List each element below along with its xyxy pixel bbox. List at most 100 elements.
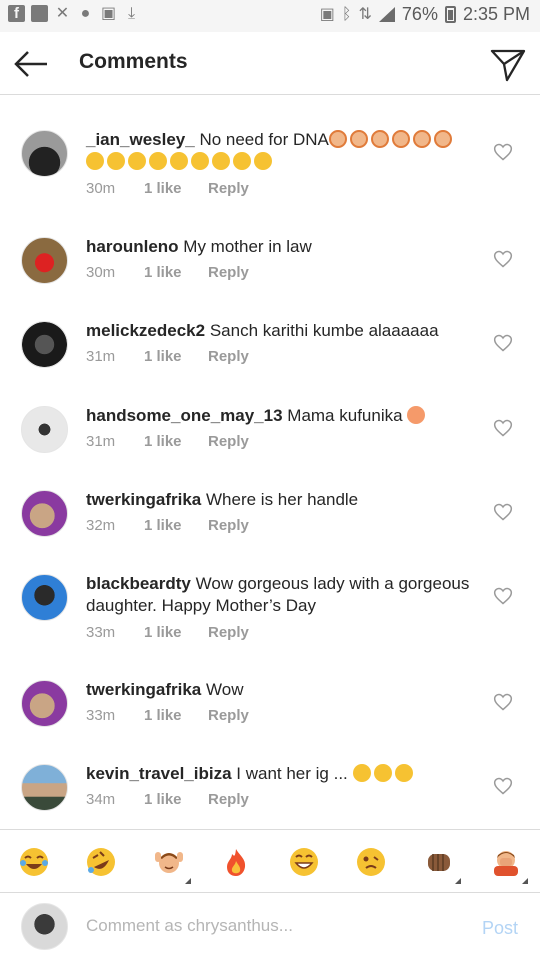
emoji-quick-bar (0, 829, 540, 893)
comment-username[interactable]: _ian_wesley_ (86, 130, 195, 149)
emoji-raising-hands-button[interactable] (135, 830, 203, 894)
comment-time: 30m (86, 264, 116, 281)
reply-button[interactable]: Reply (208, 180, 249, 197)
emoji-woozy-button[interactable] (338, 830, 406, 894)
comments-header: Comments (0, 32, 540, 95)
comment-likes[interactable]: 1 like (144, 348, 208, 365)
post-button[interactable]: Post (482, 918, 518, 939)
emoji-facepalm-button[interactable] (473, 830, 540, 894)
laughing-emoji-row (352, 764, 416, 783)
share-button[interactable] (488, 44, 528, 84)
message-icon (31, 5, 48, 22)
download-icon: ⤓ (127, 5, 136, 22)
emoji-fist-bump-button[interactable] (405, 830, 473, 894)
comment-time: 31m (86, 348, 116, 365)
skin-tone-indicator (522, 878, 528, 884)
missed-call-icon: ✕ (55, 5, 70, 22)
avatar[interactable] (21, 321, 68, 368)
comment-likes[interactable]: 1 like (144, 264, 208, 281)
baby-emoji-row (328, 130, 455, 149)
comment-username[interactable]: twerkingafrika (86, 680, 201, 699)
image-icon: ▣ (100, 5, 117, 22)
emoji-tears-of-joy-button[interactable] (0, 830, 68, 894)
comment-username[interactable]: kevin_travel_ibiza (86, 764, 232, 783)
heart-icon[interactable] (493, 586, 513, 606)
avatar[interactable] (21, 237, 68, 284)
comment-body: Mama kufunika (287, 406, 403, 425)
grinning-face-icon (289, 848, 318, 876)
woozy-face-icon (357, 848, 386, 876)
avatar[interactable] (21, 130, 68, 177)
reply-button[interactable]: Reply (208, 264, 249, 281)
avatar[interactable] (21, 490, 68, 537)
comment-username[interactable]: blackbeardty (86, 574, 191, 593)
avatar[interactable] (21, 406, 68, 453)
comment-username[interactable]: handsome_one_may_13 (86, 406, 283, 425)
reply-button[interactable]: Reply (208, 433, 249, 450)
my-avatar (21, 903, 68, 950)
battery-icon (444, 6, 456, 23)
comment-body: Wow (206, 680, 244, 699)
comment-username[interactable]: melickzedeck2 (86, 321, 205, 340)
comment-body: My mother in law (183, 237, 312, 256)
emoji-fire-button[interactable] (203, 830, 271, 894)
comment-meta: 30m 1 like Reply (86, 264, 249, 281)
comment-likes[interactable]: 1 like (144, 707, 208, 724)
reply-button[interactable]: Reply (208, 707, 249, 724)
face-emoji-row (86, 152, 275, 171)
signal-icon (378, 7, 395, 22)
comment-username[interactable]: harounleno (86, 237, 179, 256)
back-button[interactable] (12, 44, 52, 84)
comment-meta: 32m 1 like Reply (86, 517, 249, 534)
heart-icon[interactable] (493, 249, 513, 269)
emoji-grinning-button[interactable] (270, 830, 338, 894)
comment-body: Where is her handle (206, 490, 359, 509)
comment-meta: 30m 1 like Reply (86, 180, 249, 197)
reply-button[interactable]: Reply (208, 791, 249, 808)
page-title: Comments (79, 50, 188, 73)
facebook-icon: f (8, 5, 25, 22)
comment-body: No need for DNA (199, 130, 329, 149)
comment-meta: 33m 1 like Reply (86, 707, 249, 724)
comment-body: Sanch karithi kumbe alaaaaaa (209, 321, 439, 340)
comment-meta: 31m 1 like Reply (86, 433, 249, 450)
comment-likes[interactable]: 1 like (144, 180, 208, 197)
comment-time: 34m (86, 791, 116, 808)
comment-text: blackbeardty Wow gorgeous lady with a go… (86, 573, 476, 617)
reply-button[interactable]: Reply (208, 624, 249, 641)
emoji-rofl-button[interactable] (68, 830, 136, 894)
comment-text: handsome_one_may_13 Mama kufunika (86, 405, 476, 427)
reply-button[interactable]: Reply (208, 517, 249, 534)
battery-percent: 76% (401, 4, 438, 24)
heart-icon[interactable] (493, 502, 513, 522)
reply-button[interactable]: Reply (208, 348, 249, 365)
comment-likes[interactable]: 1 like (144, 791, 208, 808)
comment-time: 32m (86, 517, 116, 534)
fist-bump-icon (427, 854, 450, 871)
avatar[interactable] (21, 764, 68, 811)
raising-hands-person-icon (154, 852, 183, 873)
heart-icon[interactable] (493, 418, 513, 438)
comment-time: 33m (86, 707, 116, 724)
heart-icon[interactable] (493, 776, 513, 796)
comment-text: kevin_travel_ibiza I want her ig ... (86, 763, 476, 785)
data-icon: ⇅ (358, 6, 372, 23)
comment-likes[interactable]: 1 like (144, 517, 208, 534)
comment-list[interactable]: _ian_wesley_ No need for DNA 30m 1 like … (0, 96, 540, 828)
comment-time: 33m (86, 624, 116, 641)
bluetooth-icon: ᛒ (341, 6, 352, 23)
comment-username[interactable]: twerkingafrika (86, 490, 201, 509)
comment-likes[interactable]: 1 like (144, 433, 208, 450)
avatar[interactable] (21, 574, 68, 621)
heart-icon[interactable] (493, 692, 513, 712)
status-bar: f ✕ ● ▣ ⤓ ▣ ᛒ ⇅ 76% 2:35 PM (0, 0, 540, 32)
comment-likes[interactable]: 1 like (144, 624, 208, 641)
rolling-on-floor-laughing-icon (87, 848, 116, 876)
comment-input[interactable] (86, 908, 456, 944)
arrow-left-icon (14, 51, 47, 77)
comment-text: melickzedeck2 Sanch karithi kumbe alaaaa… (86, 320, 476, 342)
avatar[interactable] (21, 680, 68, 727)
notification-icons: f ✕ ● ▣ ⤓ (8, 5, 140, 22)
heart-icon[interactable] (493, 142, 513, 162)
heart-icon[interactable] (493, 333, 513, 353)
